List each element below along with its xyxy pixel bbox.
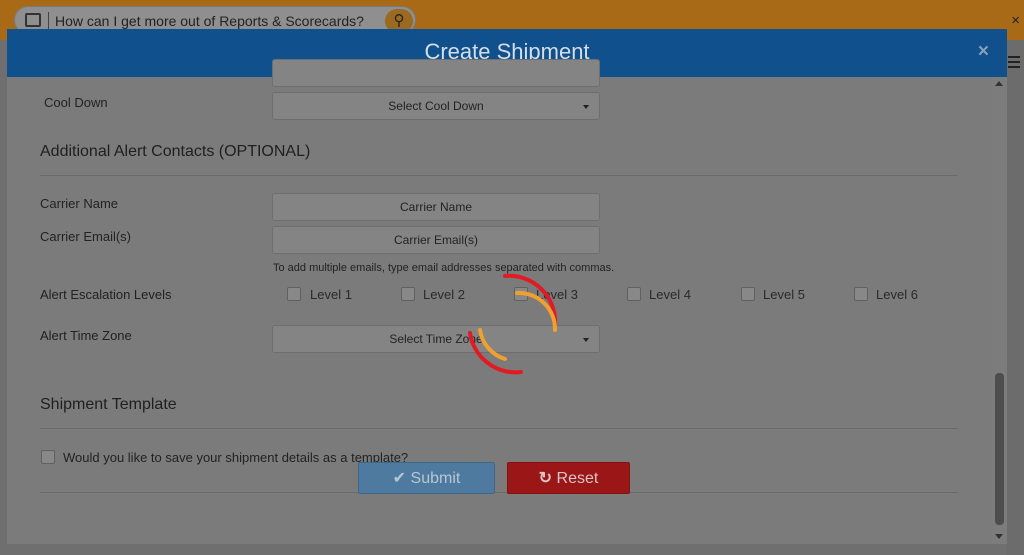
footer-divider: [40, 492, 958, 493]
level-1-label: Level 1: [310, 287, 352, 302]
reset-label: Reset: [556, 470, 599, 487]
save-template-label: Would you like to save your shipment det…: [63, 450, 409, 465]
level-1-checkbox[interactable]: [287, 287, 301, 301]
level-5-label: Level 5: [763, 287, 805, 302]
scrollbar-thumb[interactable]: [995, 373, 1004, 525]
menu-icon[interactable]: [1008, 56, 1020, 71]
spinner-arc-outer-top: [503, 273, 558, 327]
level-6-label: Level 6: [876, 287, 918, 302]
alert-contacts-heading: Additional Alert Contacts (OPTIONAL): [40, 143, 311, 160]
refresh-icon: ↻: [538, 470, 553, 487]
background-right-edge: [1006, 40, 1024, 555]
scroll-down-arrow-icon[interactable]: [995, 534, 1003, 539]
carrier-name-placeholder: Carrier Name: [399, 200, 472, 214]
submit-button[interactable]: ✔ Submit: [358, 462, 495, 494]
caret-down-icon: [583, 105, 589, 109]
section-divider: [40, 175, 958, 176]
level-5-checkbox[interactable]: [741, 287, 755, 301]
carrier-email-label: Carrier Email(s): [40, 229, 131, 244]
escalation-levels-label: Alert Escalation Levels: [40, 287, 172, 302]
level-6-checkbox[interactable]: [854, 287, 868, 301]
cool-down-placeholder: Select Cool Down: [388, 99, 484, 113]
level-4-label: Level 4: [649, 287, 691, 302]
cool-down-label: Cool Down: [44, 95, 108, 110]
save-template-checkbox[interactable]: [41, 450, 55, 464]
carrier-email-input[interactable]: Carrier Email(s): [272, 226, 600, 254]
scroll-up-arrow-icon[interactable]: [995, 81, 1003, 86]
spinner-arc-inner-bottom: [478, 328, 507, 361]
carrier-name-input[interactable]: Carrier Name: [272, 193, 600, 221]
previous-field[interactable]: [272, 59, 600, 87]
time-zone-label: Alert Time Zone: [40, 328, 132, 343]
edit-icon: [25, 13, 41, 27]
submit-label: Submit: [410, 470, 461, 487]
search-query-text[interactable]: How can I get more out of Reports & Scor…: [55, 13, 364, 29]
cool-down-select[interactable]: Select Cool Down: [272, 92, 600, 120]
checkmark-icon: ✔: [392, 470, 407, 487]
section-divider: [40, 428, 958, 429]
level-4-checkbox[interactable]: [627, 287, 641, 301]
level-2-checkbox[interactable]: [401, 287, 415, 301]
search-separator: [48, 12, 49, 30]
reset-button[interactable]: ↻ Reset: [507, 462, 630, 494]
carrier-name-label: Carrier Name: [40, 196, 119, 211]
shipment-template-heading: Shipment Template: [40, 396, 177, 413]
loading-spinner-icon: [468, 273, 558, 375]
carrier-email-placeholder: Carrier Email(s): [394, 233, 478, 247]
background-close-icon[interactable]: ×: [1011, 12, 1020, 29]
close-icon[interactable]: ×: [978, 41, 989, 63]
caret-down-icon: [583, 338, 589, 342]
